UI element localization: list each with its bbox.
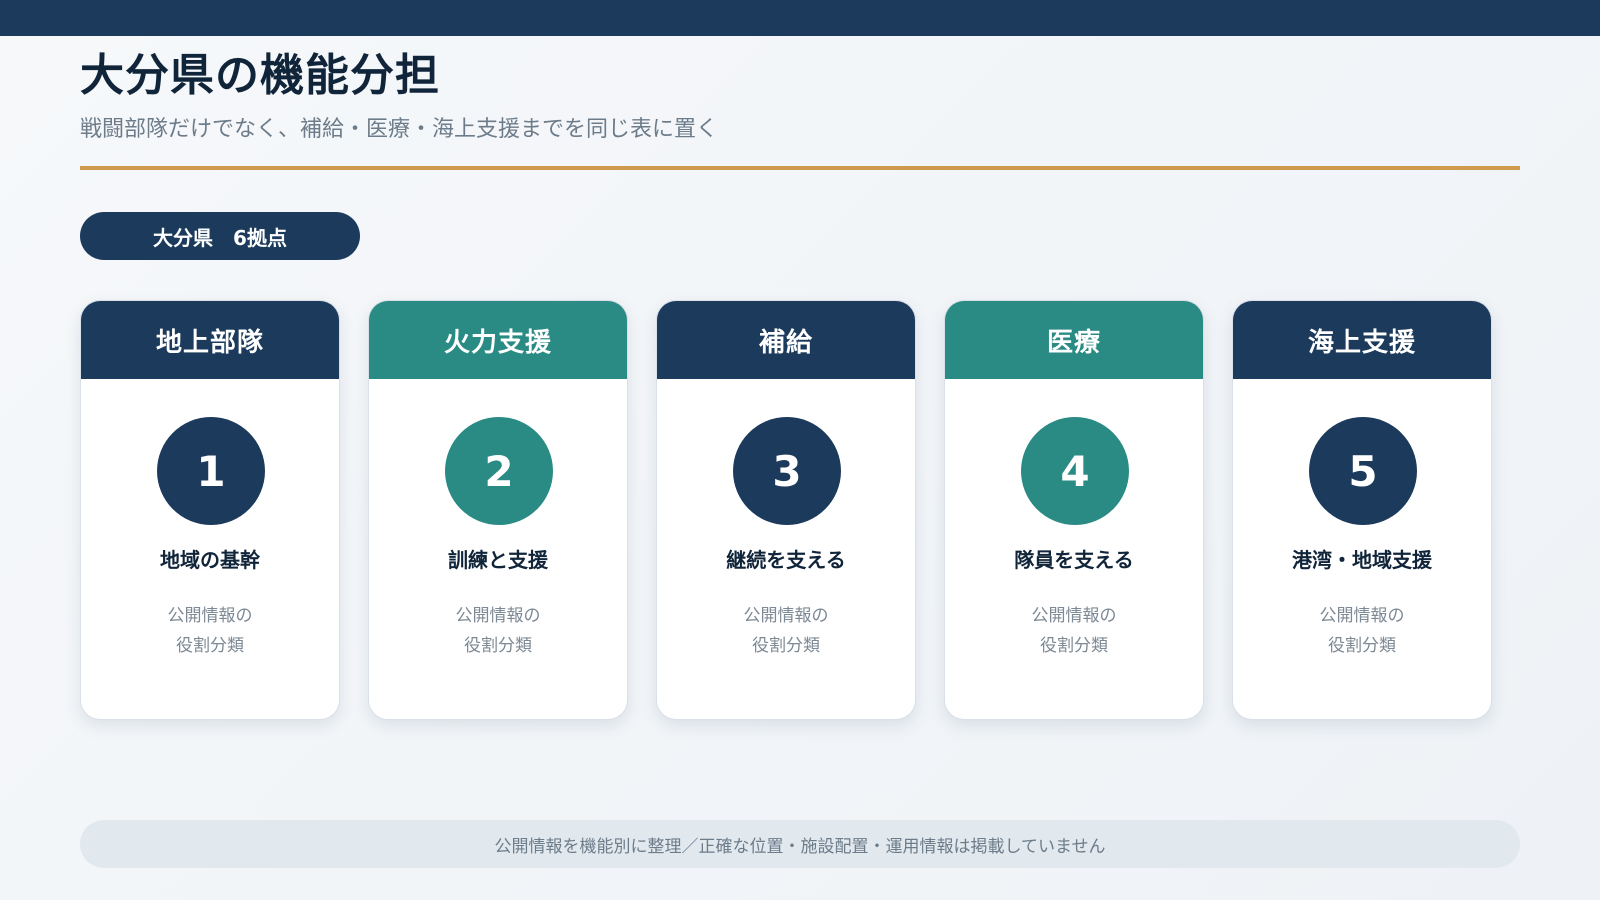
card-role: 隊員を支える bbox=[1014, 548, 1134, 572]
card-header: 医療 bbox=[945, 301, 1203, 379]
card-number-badge: 4 bbox=[1021, 417, 1129, 525]
card-role: 地域の基幹 bbox=[160, 548, 260, 572]
function-card-medical: 医療 4 隊員を支える 公開情報の 役割分類 bbox=[944, 300, 1204, 720]
card-note-line: 公開情報の bbox=[743, 606, 829, 626]
card-note-line: 公開情報の bbox=[455, 606, 541, 626]
function-card-fire-support: 火力支援 2 訓練と支援 公開情報の 役割分類 bbox=[368, 300, 628, 720]
page-subtitle: 戦闘部隊だけでなく、補給・医療・海上支援までを同じ表に置く bbox=[80, 117, 719, 142]
top-bar bbox=[0, 0, 1600, 36]
disclaimer-footer: 公開情報を機能別に整理／正確な位置・施設配置・運用情報は掲載していません bbox=[80, 820, 1520, 868]
card-number-badge: 3 bbox=[733, 417, 841, 525]
card-note: 公開情報の 役割分類 bbox=[1233, 601, 1491, 661]
card-note: 公開情報の 役割分類 bbox=[657, 601, 915, 661]
card-note-line: 役割分類 bbox=[176, 636, 244, 656]
card-header: 海上支援 bbox=[1233, 301, 1491, 379]
card-note-line: 役割分類 bbox=[464, 636, 532, 656]
card-number-badge: 5 bbox=[1309, 417, 1417, 525]
card-note-line: 公開情報の bbox=[1031, 606, 1117, 626]
card-note-line: 役割分類 bbox=[752, 636, 820, 656]
card-header: 火力支援 bbox=[369, 301, 627, 379]
card-note: 公開情報の 役割分類 bbox=[369, 601, 627, 661]
card-note-line: 役割分類 bbox=[1328, 636, 1396, 656]
function-cards: 地上部隊 1 地域の基幹 公開情報の 役割分類 火力支援 2 訓練と支援 公開情… bbox=[80, 300, 1492, 720]
card-role: 港湾・地域支援 bbox=[1292, 548, 1432, 572]
card-note: 公開情報の 役割分類 bbox=[81, 601, 339, 661]
card-note-line: 役割分類 bbox=[1040, 636, 1108, 656]
card-role: 継続を支える bbox=[726, 548, 846, 572]
card-note-line: 公開情報の bbox=[167, 606, 253, 626]
page-title: 大分県の機能分担 bbox=[80, 50, 440, 101]
card-number-badge: 1 bbox=[157, 417, 265, 525]
card-header: 補給 bbox=[657, 301, 915, 379]
function-card-maritime: 海上支援 5 港湾・地域支援 公開情報の 役割分類 bbox=[1232, 300, 1492, 720]
card-note: 公開情報の 役割分類 bbox=[945, 601, 1203, 661]
card-role: 訓練と支援 bbox=[448, 548, 548, 572]
card-number-badge: 2 bbox=[445, 417, 553, 525]
function-card-supply: 補給 3 継続を支える 公開情報の 役割分類 bbox=[656, 300, 916, 720]
card-header: 地上部隊 bbox=[81, 301, 339, 379]
function-card-ground: 地上部隊 1 地域の基幹 公開情報の 役割分類 bbox=[80, 300, 340, 720]
card-note-line: 公開情報の bbox=[1319, 606, 1405, 626]
accent-divider bbox=[80, 166, 1520, 170]
prefecture-badge: 大分県 6拠点 bbox=[80, 212, 360, 260]
